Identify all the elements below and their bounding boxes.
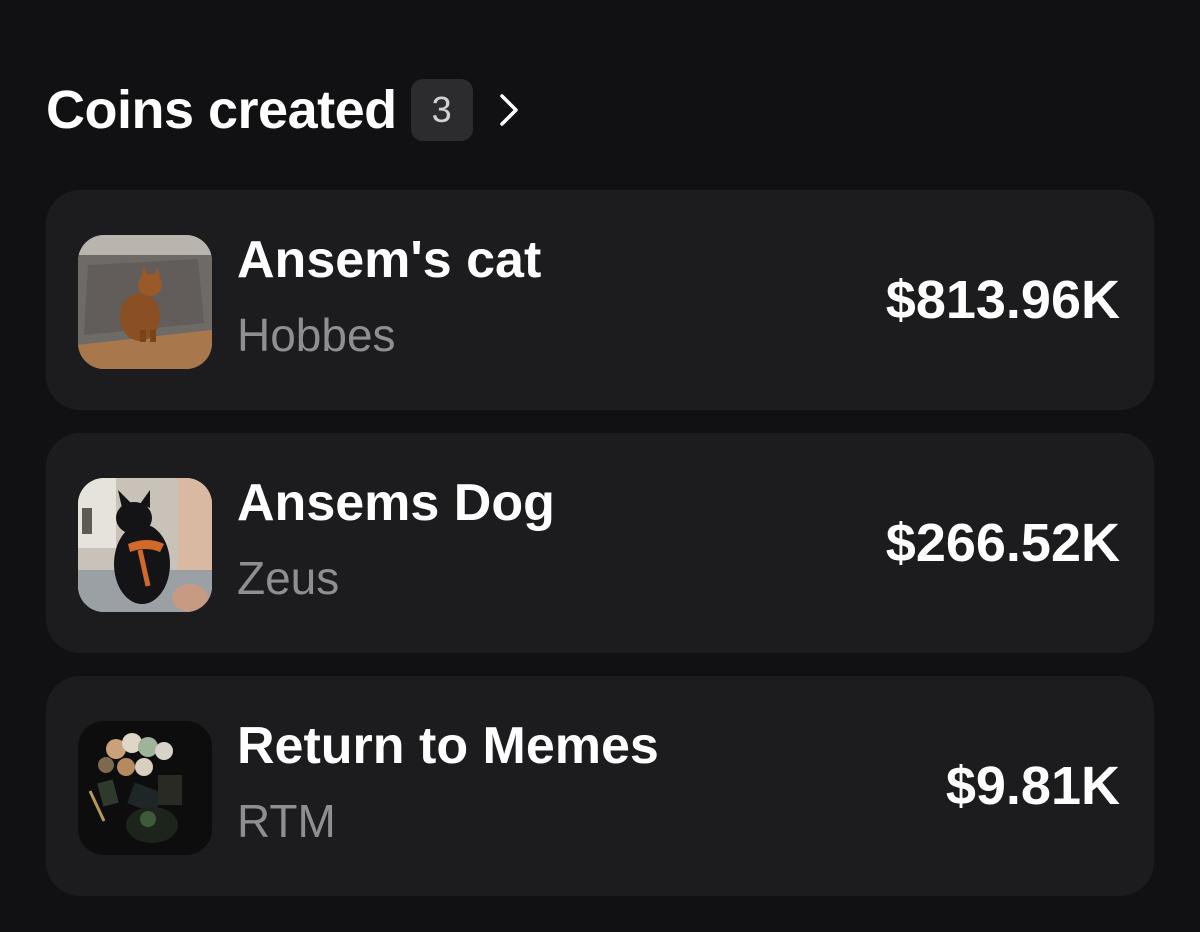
coin-ticker: Zeus xyxy=(237,552,340,604)
coin-market-cap: $813.96K xyxy=(885,270,1120,330)
cat-photo-thumbnail xyxy=(78,235,212,369)
memes-collage-thumbnail xyxy=(78,721,212,855)
coin-ticker: Hobbes xyxy=(237,309,396,361)
dog-photo xyxy=(78,478,212,612)
coin-name: Ansems Dog xyxy=(237,474,555,532)
memes-collage xyxy=(78,721,212,855)
coin-card-ansems-dog[interactable]: Ansems Dog Zeus $266.52K xyxy=(46,433,1154,653)
coin-card-ansems-cat[interactable]: Ansem's cat Hobbes $813.96K xyxy=(46,190,1154,410)
chevron-right-icon[interactable] xyxy=(495,90,523,130)
section-header: Coins created 3 xyxy=(46,78,523,142)
coin-count-badge: 3 xyxy=(410,79,473,141)
cat-photo xyxy=(78,235,212,369)
coin-card-return-to-memes[interactable]: Return to Memes RTM $9.81K xyxy=(46,676,1154,896)
section-title: Coins created xyxy=(46,80,397,140)
dog-photo-thumbnail xyxy=(78,478,212,612)
coin-market-cap: $266.52K xyxy=(885,513,1120,573)
coin-name: Return to Memes xyxy=(237,717,659,775)
coin-name: Ansem's cat xyxy=(237,231,542,289)
coin-market-cap: $9.81K xyxy=(945,756,1120,816)
coin-ticker: RTM xyxy=(237,795,336,847)
